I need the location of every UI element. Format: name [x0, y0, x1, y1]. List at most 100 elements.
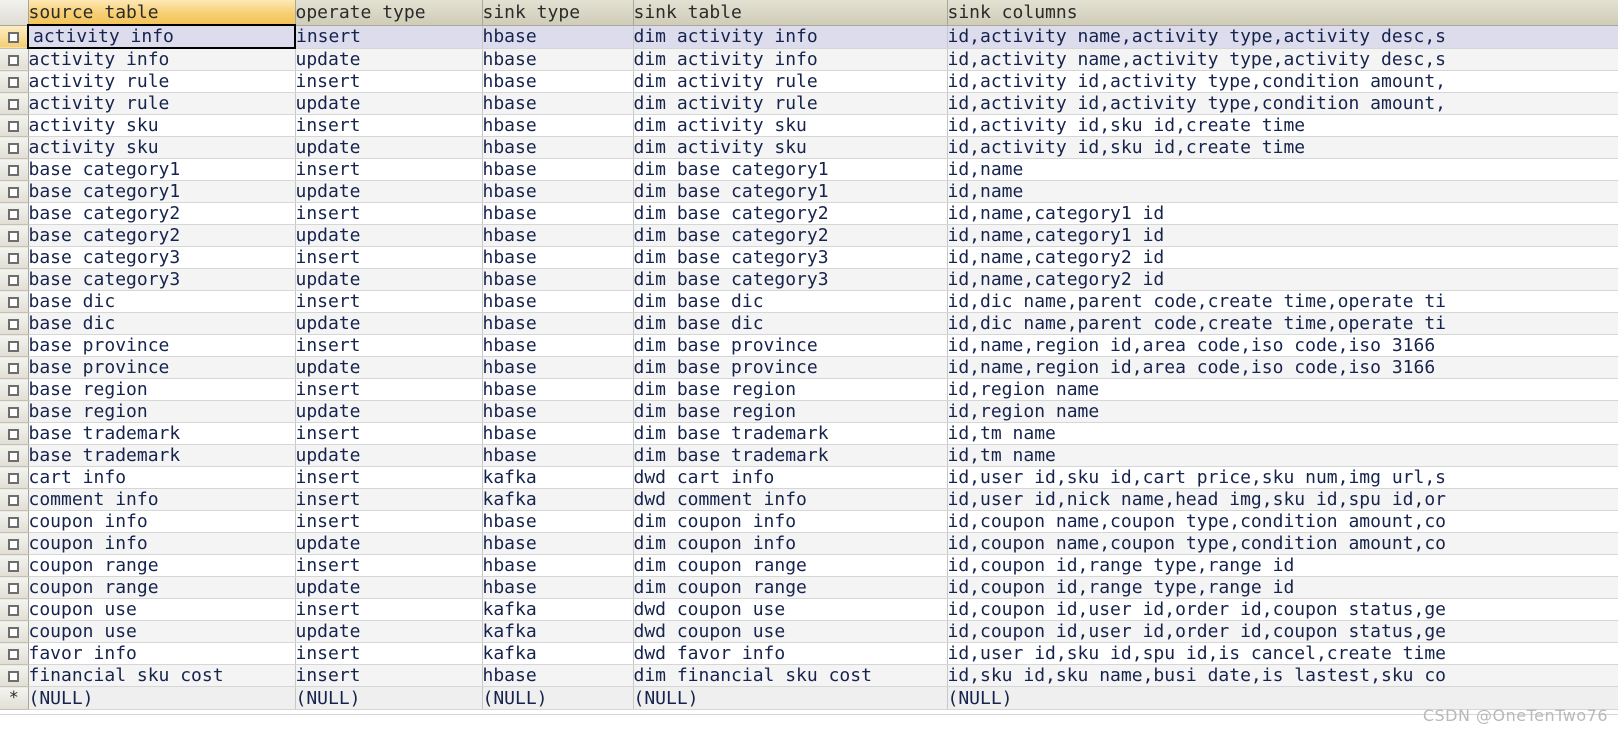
row-selector[interactable] [0, 532, 29, 555]
cell-source_table[interactable]: activity info [28, 48, 296, 71]
cell-sink_type[interactable]: hbase [482, 378, 634, 401]
cell-sink_columns[interactable]: id,name,category2 id [947, 246, 1618, 269]
cell-sink_table[interactable]: dim base category2 [633, 224, 948, 247]
table-row[interactable]: base region update hbase dim base region id,… [0, 400, 1618, 423]
row-selector[interactable] [0, 158, 29, 181]
row-selector[interactable] [0, 25, 29, 49]
row-selector[interactable] [0, 576, 29, 599]
cell-source_table[interactable]: coupon use [28, 620, 296, 643]
cell-source_table[interactable]: coupon range [28, 576, 296, 599]
row-selector[interactable] [0, 356, 29, 379]
row-selector[interactable] [0, 334, 29, 357]
table-row[interactable]: base trademark update hbase dim base tradem… [0, 444, 1618, 467]
cell-source_table[interactable]: base dic [28, 312, 296, 335]
cell-operate_type[interactable]: insert [295, 158, 483, 181]
cell-sink_type[interactable]: hbase [482, 268, 634, 291]
cell-sink_table[interactable]: dim base category3 [633, 268, 948, 291]
cell-source_table[interactable]: activity rule [28, 92, 296, 115]
cell-sink_table[interactable]: dwd cart info [633, 466, 948, 489]
cell-operate_type[interactable]: insert [295, 510, 483, 533]
cell-sink_table[interactable]: dim base trademark [633, 444, 948, 467]
cell-operate_type[interactable]: update [295, 400, 483, 423]
row-selector[interactable] [0, 422, 29, 445]
table-row[interactable]: base category1 update hbase dim base catego… [0, 180, 1618, 203]
cell-sink_table[interactable]: dim financial sku cost [633, 664, 948, 687]
checkbox-icon[interactable] [8, 99, 20, 110]
cell-sink_type[interactable]: hbase [482, 114, 634, 137]
cell-sink_type[interactable]: hbase [482, 158, 634, 181]
cell-operate_type[interactable]: insert [295, 642, 483, 665]
checkbox-icon[interactable] [8, 165, 20, 176]
row-selector[interactable] [0, 92, 29, 115]
cell-sink_columns[interactable]: id,coupon id,range type,range id [947, 576, 1618, 599]
table-row[interactable]: base category3 insert hbase dim base catego… [0, 246, 1618, 269]
row-selector[interactable] [0, 246, 29, 269]
checkbox-icon[interactable] [8, 297, 20, 308]
cell-sink_table[interactable]: dim base trademark [633, 422, 948, 445]
cell-sink_columns[interactable]: id,name [947, 180, 1618, 203]
cell-sink_columns[interactable]: id,activity id,activity type,condition a… [947, 92, 1618, 115]
row-selector[interactable] [0, 466, 29, 489]
cell-operate_type[interactable]: insert [295, 664, 483, 687]
row-selector[interactable] [0, 642, 29, 665]
checkbox-icon[interactable] [8, 385, 20, 396]
cell-sink_type[interactable]: hbase [482, 554, 634, 577]
cell-sink_table[interactable]: dwd favor info [633, 642, 948, 665]
row-selector[interactable] [0, 400, 29, 423]
cell-operate_type[interactable]: update [295, 532, 483, 555]
cell-sink_type[interactable]: kafka [482, 488, 634, 511]
cell-sink_table[interactable]: dwd coupon use [633, 598, 948, 621]
row-selector[interactable] [0, 180, 29, 203]
cell-sink_table[interactable]: dwd coupon use [633, 620, 948, 643]
cell-sink_columns[interactable]: id,tm name [947, 444, 1618, 467]
cell-operate_type[interactable]: insert [295, 598, 483, 621]
cell-source_table[interactable]: base category3 [28, 246, 296, 269]
cell-sink_columns[interactable]: id,activity id,sku id,create time [947, 136, 1618, 159]
cell-operate_type[interactable]: update [295, 444, 483, 467]
table-row[interactable]: base province update hbase dim base provinc… [0, 356, 1618, 379]
checkbox-icon[interactable] [8, 187, 20, 198]
cell-sink_columns[interactable]: id,coupon id,user id,order id,coupon sta… [947, 598, 1618, 621]
cell-source_table[interactable]: base category2 [28, 202, 296, 225]
table-row[interactable]: base region insert hbase dim base region id,… [0, 378, 1618, 401]
cell-source_table[interactable]: activity rule [28, 70, 296, 93]
cell-sink_type[interactable]: kafka [482, 620, 634, 643]
row-selector[interactable] [0, 268, 29, 291]
cell-source_table[interactable]: favor info [28, 642, 296, 665]
cell-source_table[interactable]: activity sku [28, 114, 296, 137]
cell-operate_type[interactable]: update [295, 268, 483, 291]
row-selector[interactable] [0, 598, 29, 621]
cell-operate_type[interactable]: insert [295, 378, 483, 401]
table-row[interactable]: activity sku insert hbase dim activity sku i… [0, 114, 1618, 137]
table-row[interactable]: cart info insert kafka dwd cart info id,user… [0, 466, 1618, 489]
column-header-sink-columns[interactable]: sink columns [947, 0, 1618, 26]
cell-operate_type[interactable]: insert [295, 554, 483, 577]
checkbox-icon[interactable] [8, 539, 20, 550]
row-selector[interactable] [0, 202, 29, 225]
cell-operate_type[interactable]: insert [295, 334, 483, 357]
checkbox-icon[interactable] [8, 473, 20, 484]
cell-sink_columns[interactable]: id,user id,sku id,spu id,is cancel,creat… [947, 642, 1618, 665]
row-selector[interactable] [0, 620, 29, 643]
cell-operate_type[interactable]: update [295, 92, 483, 115]
cell-sink_columns[interactable]: id,coupon name,coupon type,condition amo… [947, 510, 1618, 533]
cell-sink_type[interactable]: hbase [482, 290, 634, 313]
new-record-cell-sink_type[interactable]: (NULL) [482, 686, 634, 710]
cell-sink_table[interactable]: dim coupon range [633, 576, 948, 599]
cell-sink_table[interactable]: dim activity info [633, 48, 948, 71]
cell-sink_table[interactable]: dim base category1 [633, 158, 948, 181]
checkbox-icon[interactable] [8, 253, 20, 264]
table-row[interactable]: base category1 insert hbase dim base catego… [0, 158, 1618, 181]
cell-source_table[interactable]: base region [28, 378, 296, 401]
checkbox-icon[interactable] [8, 407, 20, 418]
checkbox-icon[interactable] [8, 143, 20, 154]
cell-sink_table[interactable]: dim base province [633, 334, 948, 357]
cell-operate_type[interactable]: update [295, 180, 483, 203]
row-selector[interactable] [0, 48, 29, 71]
column-header-sink-table[interactable]: sink table [633, 0, 948, 26]
checkbox-icon[interactable] [8, 341, 20, 352]
new-record-marker[interactable]: * [0, 686, 29, 710]
cell-operate_type[interactable]: insert [295, 114, 483, 137]
table-row[interactable]: coupon range update hbase dim coupon range i… [0, 576, 1618, 599]
checkbox-icon[interactable] [8, 209, 20, 220]
